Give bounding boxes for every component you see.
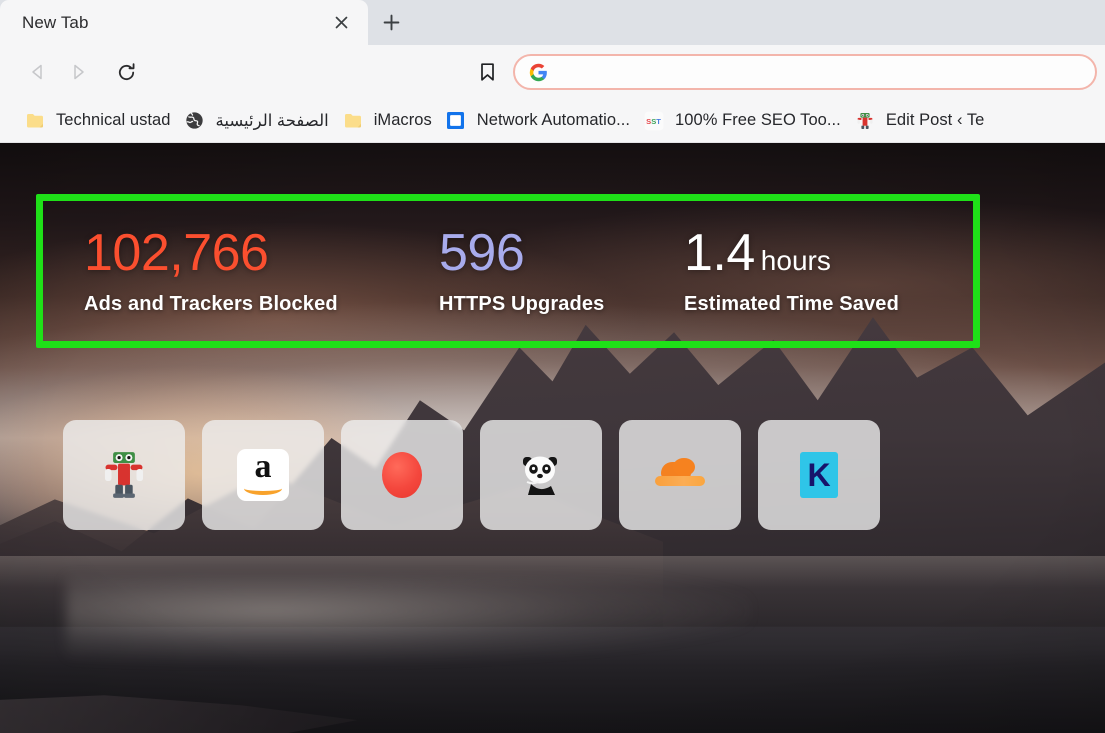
stat-ads-trackers-blocked: 102,766 Ads and Trackers Blocked [84,226,439,315]
bookmark-item-network-automation[interactable]: Network Automatio... [439,106,637,136]
close-icon[interactable] [328,10,354,36]
bookmark-item-imacros[interactable]: iMacros [336,106,439,136]
cloudflare-icon [652,447,708,503]
browser-toolbar [0,45,1105,99]
folder-icon [343,111,363,131]
forward-arrow-icon[interactable] [58,52,98,92]
new-tab-button[interactable] [368,0,414,45]
top-site-tile-cloudflare[interactable] [619,420,741,530]
stat-value: 1.4 [684,224,755,283]
bookmarks-bar: Technical ustad الصفحة الرئيسية iMacros [0,99,1105,143]
top-site-tile-panda[interactable] [480,420,602,530]
stat-label: HTTPS Upgrades [439,292,605,315]
bookmark-item-technical-ustad[interactable]: Technical ustad [18,106,178,136]
bookmark-label: 100% Free SEO Too... [675,111,841,129]
top-site-tile-wordpress-robot[interactable] [63,420,185,530]
bookmark-ribbon-icon[interactable] [469,53,507,91]
bookmark-label: iMacros [373,111,432,129]
tab-new-tab[interactable]: New Tab [0,0,368,45]
google-g-icon [529,63,548,82]
wordpress-robot-icon [96,447,152,503]
bookmark-label: Technical ustad [56,111,171,129]
tab-strip: New Tab [0,0,1105,45]
amazon-icon: a [235,447,291,503]
bookmark-label: الصفحة الرئيسية [215,111,329,130]
folder-icon [25,111,45,131]
blue-square-icon [446,111,466,131]
bookmark-label: Edit Post ‹ Te [885,111,985,129]
top-sites-row: a K [63,420,880,530]
brave-stats-panel: 102,766 Ads and Trackers Blocked 596 HTT… [36,194,980,348]
stat-estimated-time-saved: 1.4 hours Estimated Time Saved [684,226,899,315]
brave-stats-row: 102,766 Ads and Trackers Blocked 596 HTT… [43,201,973,341]
globe-icon [185,111,205,131]
back-arrow-icon[interactable] [18,52,58,92]
water-reflection [0,556,1105,733]
address-bar-input[interactable] [559,63,1081,81]
stat-unit: hours [760,245,831,277]
bookmark-item-arabic-home[interactable]: الصفحة الرئيسية [178,106,336,136]
stat-label: Estimated Time Saved [684,292,899,315]
stat-label: Ads and Trackers Blocked [84,292,338,315]
reload-icon[interactable] [106,52,146,92]
red-ellipse-icon [374,447,430,503]
address-bar[interactable] [512,54,1097,90]
browser-window: New Tab Technical ustad الصفحة الرئيسية … [0,0,1105,733]
shoreline [0,695,358,733]
svg-text:T: T [656,117,661,126]
panda-icon [513,447,569,503]
top-site-tile-kinsta[interactable]: K [758,420,880,530]
tab-title: New Tab [22,12,89,32]
stat-value: 102,766 [84,224,269,283]
sst-favicon: S S T [644,111,664,131]
bookmark-item-free-seo-tools[interactable]: S S T 100% Free SEO Too... [637,106,848,136]
top-site-tile-red-ellipse[interactable] [341,420,463,530]
kinsta-k-icon: K [791,447,847,503]
bookmark-label: Network Automatio... [476,111,631,129]
stat-value-wrapper: 1.4 hours [684,226,899,281]
new-tab-page: 102,766 Ads and Trackers Blocked 596 HTT… [0,143,1105,733]
wordpress-robot-icon [855,111,875,131]
bookmark-item-edit-post[interactable]: Edit Post ‹ Te [848,106,992,136]
top-site-tile-amazon[interactable]: a [202,420,324,530]
stat-value: 596 [439,224,525,283]
stat-https-upgrades: 596 HTTPS Upgrades [439,226,684,315]
